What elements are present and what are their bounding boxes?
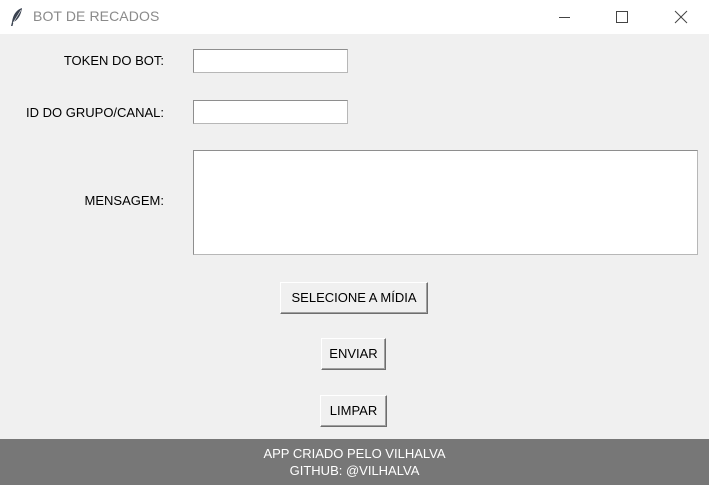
close-button[interactable]	[651, 0, 709, 34]
mensagem-label: MENSAGEM:	[84, 193, 164, 208]
mensagem-textarea[interactable]	[193, 150, 698, 255]
minimize-icon	[559, 17, 570, 18]
title-bar[interactable]: BOT DE RECADOS	[0, 0, 709, 34]
send-button[interactable]: ENVIAR	[321, 338, 386, 370]
token-input[interactable]	[193, 49, 348, 73]
window-title: BOT DE RECADOS	[33, 8, 160, 24]
footer-github: GITHUB: @VILHALVA	[289, 463, 420, 478]
token-label: TOKEN DO BOT:	[63, 53, 164, 68]
feather-icon	[10, 7, 24, 27]
minimize-button[interactable]	[535, 0, 593, 34]
footer-credit: APP CRIADO PELO VILHALVA	[263, 446, 446, 461]
grupo-label: ID DO GRUPO/CANAL:	[26, 105, 164, 120]
footer: APP CRIADO PELO VILHALVA GITHUB: @VILHAL…	[0, 439, 709, 485]
maximize-icon	[616, 11, 628, 23]
maximize-button[interactable]	[593, 0, 651, 34]
clear-button[interactable]: LIMPAR	[320, 395, 387, 427]
grupo-input[interactable]	[193, 100, 348, 124]
select-media-button[interactable]: SELECIONE A MÍDIA	[280, 282, 428, 314]
main-content: TOKEN DO BOT: ID DO GRUPO/CANAL: MENSAGE…	[0, 34, 709, 439]
close-icon	[674, 10, 688, 24]
